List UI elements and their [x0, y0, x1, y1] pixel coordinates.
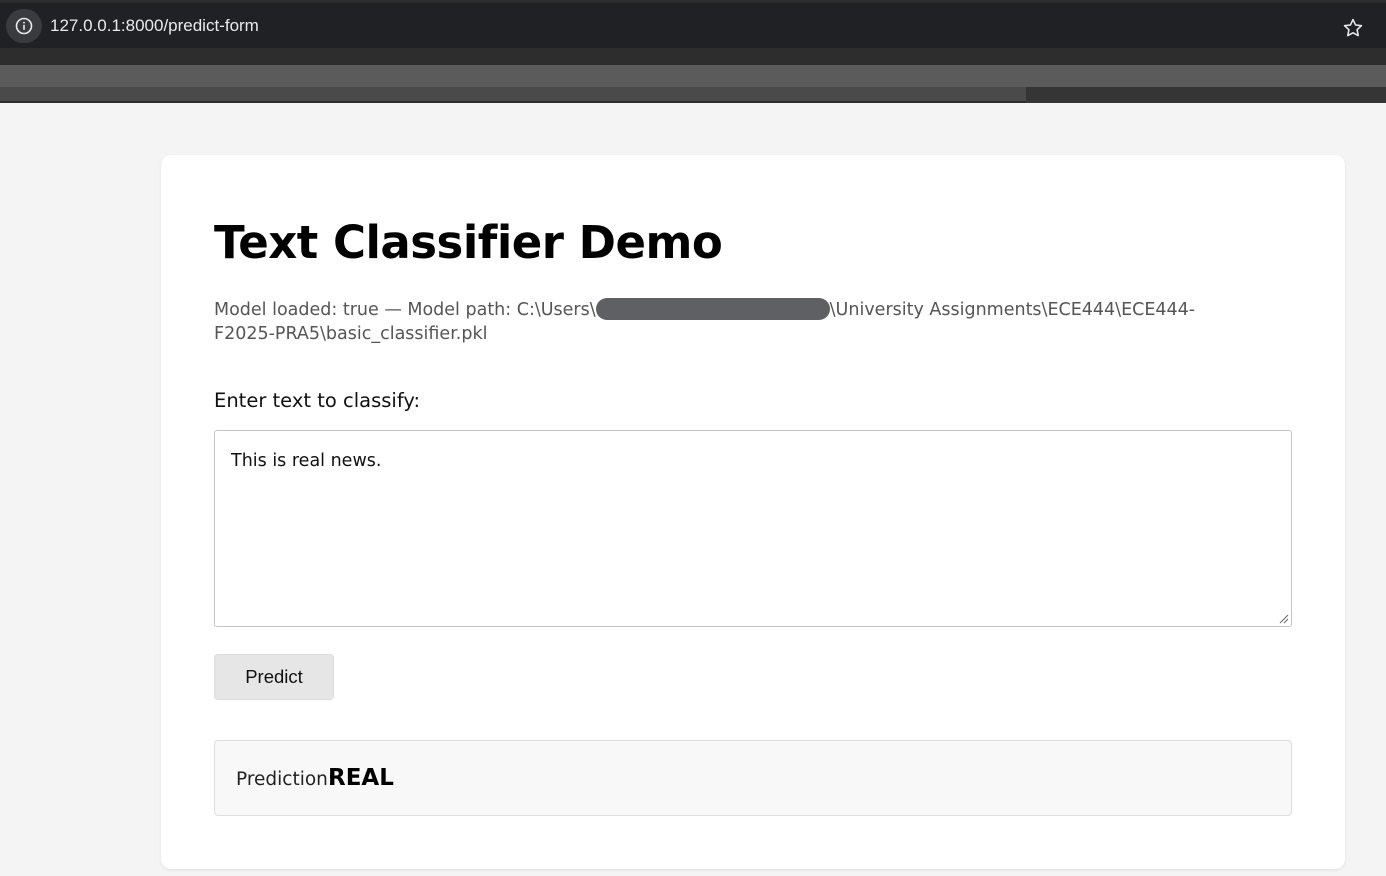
address-bar[interactable]: 127.0.0.1:8000/predict-form — [0, 3, 1386, 48]
resize-grip-icon[interactable] — [1279, 614, 1289, 624]
input-label: Enter text to classify: — [214, 389, 421, 412]
model-info: Model loaded: true — Model path: C:\User… — [214, 298, 1214, 346]
redacted-username — [595, 298, 830, 320]
bookmarks-bar-edge — [1026, 87, 1386, 103]
info-icon[interactable] — [6, 9, 42, 43]
predict-button[interactable]: Predict — [214, 654, 334, 700]
prediction-value: REAL — [328, 765, 394, 791]
bookmarks-bar — [0, 65, 1386, 87]
url-text[interactable]: 127.0.0.1:8000/predict-form — [50, 16, 259, 36]
text-input[interactable]: This is real news. — [214, 430, 1292, 627]
page-title: Text Classifier Demo — [214, 216, 723, 269]
prediction-label: Prediction: — [236, 769, 335, 790]
bookmarks-bar-lower — [0, 87, 1026, 101]
text-input-value[interactable]: This is real news. — [231, 449, 381, 473]
prediction-result: Prediction: REAL — [214, 740, 1292, 816]
star-icon[interactable] — [1340, 15, 1366, 41]
classifier-card: Text Classifier Demo Model loaded: true … — [161, 155, 1345, 869]
browser-chrome: 127.0.0.1:8000/predict-form — [0, 0, 1386, 103]
model-info-prefix: Model loaded: true — Model path: C:\User… — [214, 300, 596, 320]
